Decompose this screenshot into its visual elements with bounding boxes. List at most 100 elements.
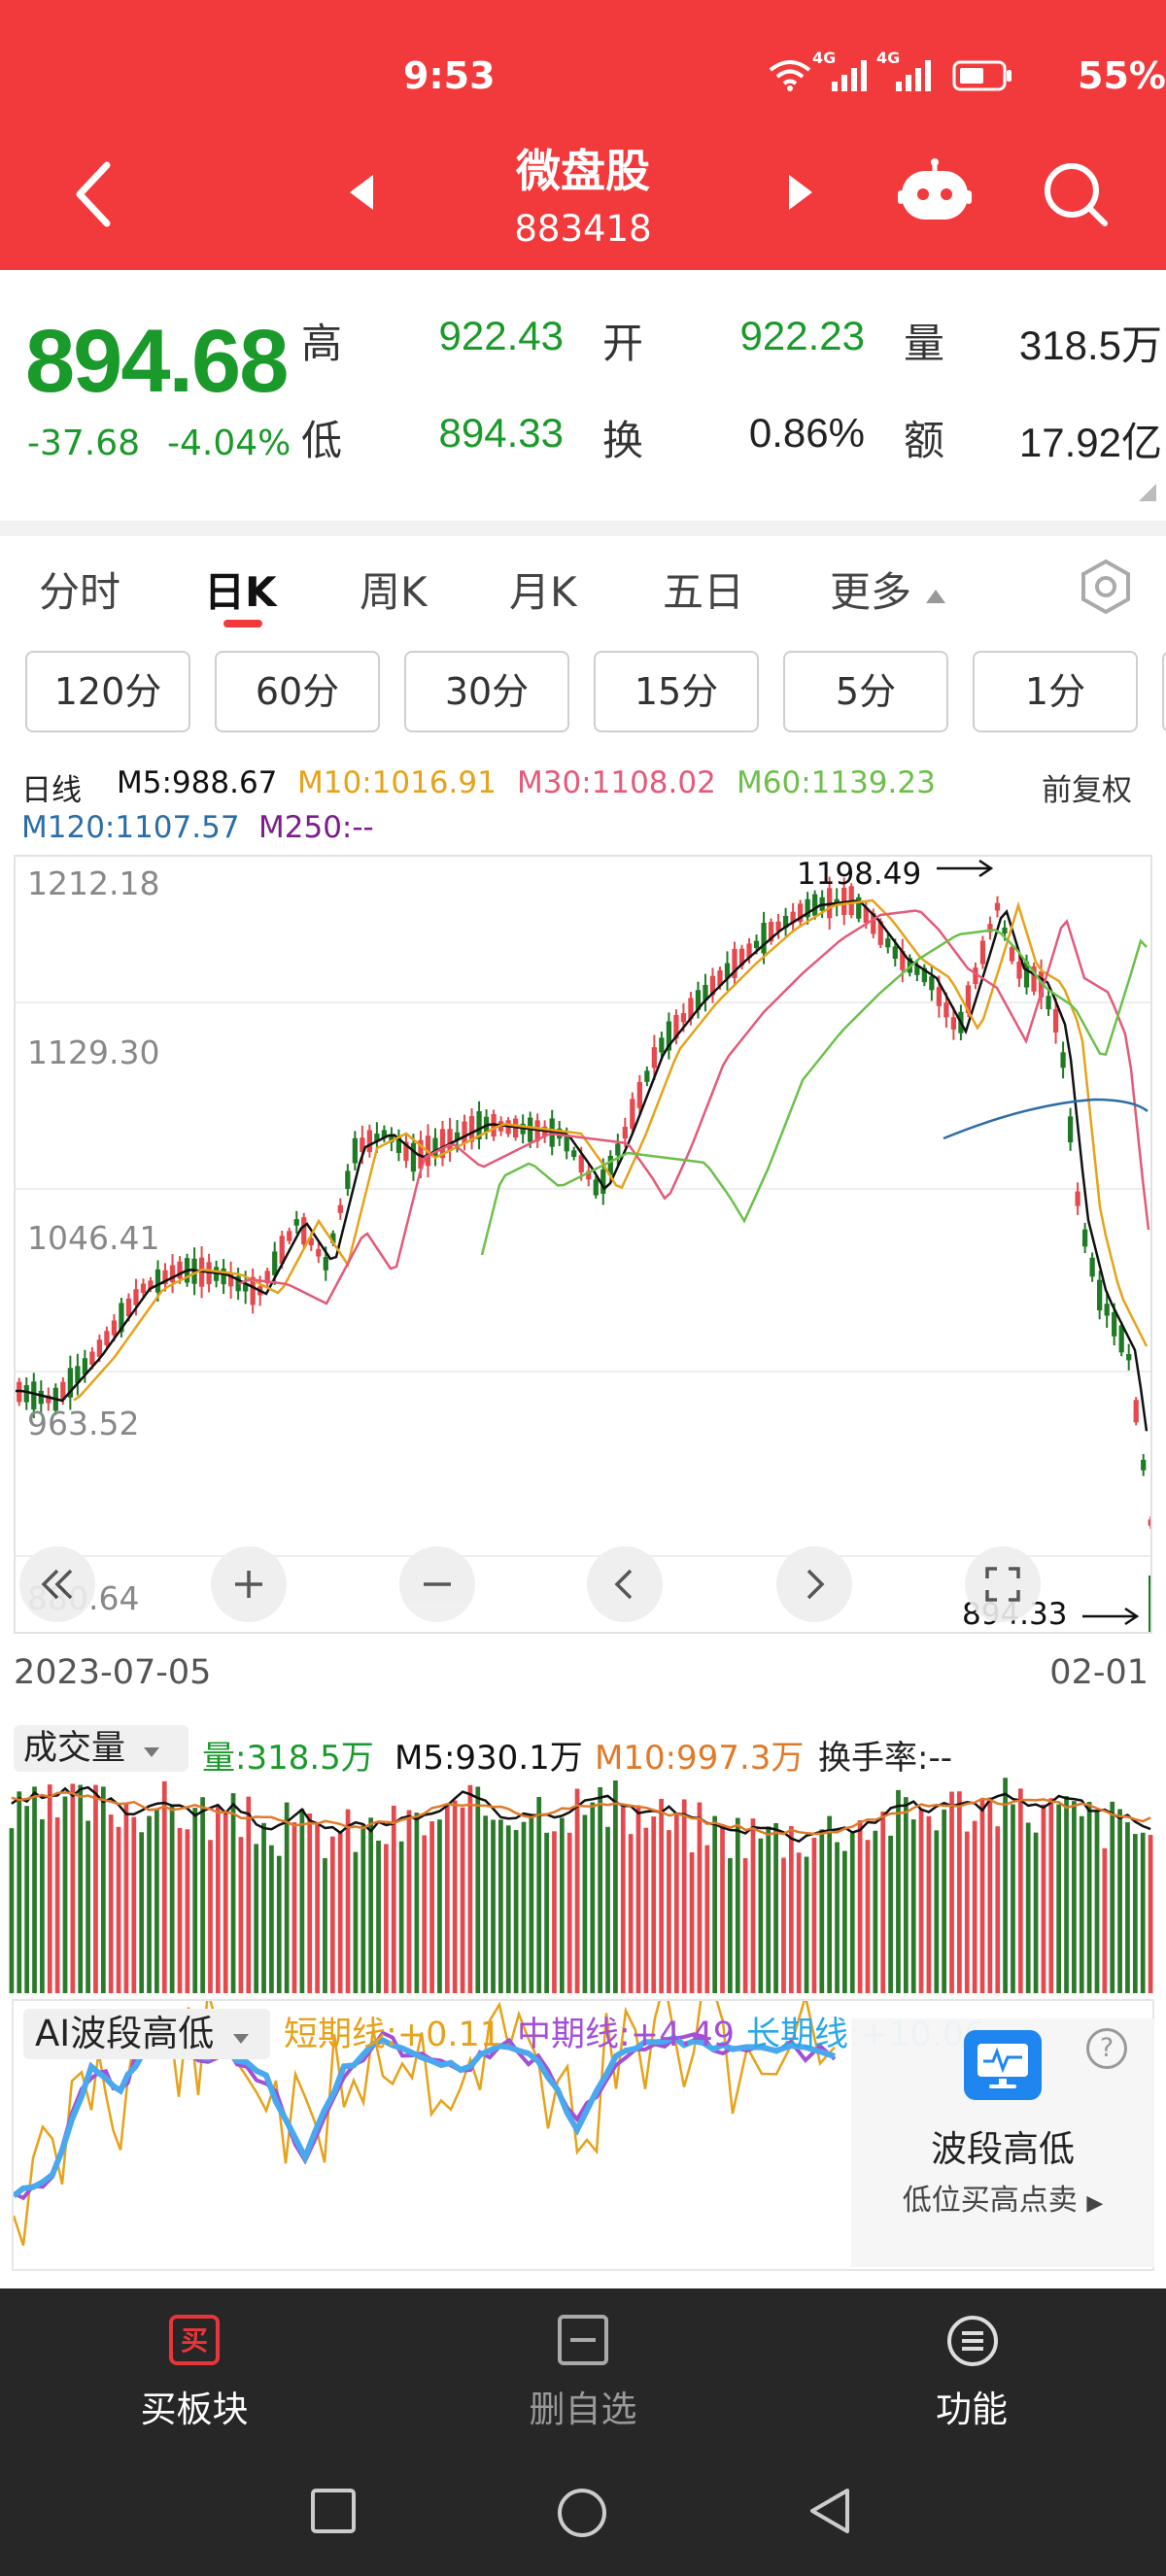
volume-bar <box>796 1852 802 1993</box>
volume-bar <box>1011 1804 1015 1993</box>
tab-daily-k[interactable]: 日K <box>204 559 277 619</box>
caret-up-icon <box>926 589 946 603</box>
volume-bar <box>873 1830 878 1993</box>
ma-period-label: 日线 <box>21 773 82 808</box>
robot-assistant-icon[interactable] <box>896 157 974 225</box>
volume-bar <box>628 1834 634 1993</box>
volume-bar <box>1148 1835 1153 1993</box>
buy-sector-button[interactable]: 买 买板块 <box>49 2288 340 2463</box>
candle-body <box>1104 1304 1110 1316</box>
high-marker-label: 1198.49 <box>797 857 922 892</box>
recent-apps-icon[interactable] <box>309 2487 358 2535</box>
open-value: 922.23 <box>739 313 865 358</box>
volume-bar <box>223 1813 228 1993</box>
candle-body <box>125 1298 132 1317</box>
minute-button-1[interactable]: 1分 <box>973 651 1138 732</box>
tab-intraday[interactable]: 分时 <box>39 559 120 619</box>
volume-bar <box>903 1797 909 1993</box>
minute-button-15[interactable]: 15分 <box>594 651 759 732</box>
candle-body <box>929 976 935 991</box>
volume-bar <box>337 1832 343 1993</box>
low-value: 894.33 <box>438 410 564 456</box>
volume-m5: M5:930.1万 <box>394 1739 583 1778</box>
volume-bar <box>215 1806 221 1993</box>
zoom-out-button[interactable] <box>399 1546 475 1622</box>
volume-bar <box>544 1832 549 1993</box>
jump-start-button[interactable] <box>19 1546 95 1622</box>
search-icon[interactable] <box>1042 160 1110 228</box>
status-time: 9:53 <box>403 54 496 97</box>
candle-body <box>1046 996 1051 1010</box>
tab-weekly-k[interactable]: 周K <box>360 559 428 619</box>
minute-button-5[interactable]: 5分 <box>783 651 948 732</box>
ai-indicator-selector[interactable]: AI波段高低 <box>23 2009 270 2059</box>
volume-bar <box>384 1844 389 1993</box>
candle-body <box>447 1129 453 1151</box>
amount-label: 额 <box>904 417 945 464</box>
zoom-in-button[interactable] <box>211 1546 287 1622</box>
promo-title: 波段高低 <box>931 2128 1075 2170</box>
tab-monthly-k[interactable]: 月K <box>509 559 577 619</box>
home-icon[interactable] <box>556 2487 608 2539</box>
volume-bar <box>1048 1798 1054 1993</box>
minute-button-120[interactable]: 120分 <box>25 651 190 732</box>
volume-turnover: 换手率:-- <box>818 1731 952 1779</box>
volume-bar <box>200 1797 205 1993</box>
stock-code: 883418 <box>514 208 652 250</box>
minute-button-60[interactable]: 60分 <box>215 651 380 732</box>
tab-more[interactable]: 更多 <box>830 559 947 619</box>
expand-corner-icon[interactable] <box>1139 484 1156 501</box>
volume-bar <box>590 1802 596 1993</box>
minute-button-30[interactable]: 30分 <box>404 651 569 732</box>
kline-canvas[interactable] <box>16 857 1152 1634</box>
fullscreen-button[interactable] <box>965 1546 1041 1622</box>
volume-bar <box>972 1820 977 1993</box>
scroll-left-button[interactable] <box>587 1546 663 1622</box>
hexagon-settings-icon[interactable] <box>1077 558 1135 616</box>
volume-bar <box>979 1799 985 1993</box>
high-value: 922.43 <box>438 313 564 358</box>
candle-body <box>154 1269 161 1293</box>
volume-bar <box>1033 1832 1039 1993</box>
volume-bar <box>559 1817 565 1993</box>
scroll-right-button[interactable] <box>776 1546 852 1622</box>
volume-bar <box>728 1857 733 1993</box>
minute-button-overflow[interactable] <box>1162 651 1166 732</box>
volume-bar <box>1017 1788 1023 1993</box>
volume-bar <box>697 1802 703 1993</box>
volume-bar <box>781 1857 786 1993</box>
candle-body <box>761 922 767 954</box>
candle-body <box>622 1127 628 1139</box>
system-back-icon[interactable] <box>806 2487 853 2535</box>
volume-bar <box>292 1822 297 1993</box>
date-start: 2023-07-05 <box>14 1653 212 1692</box>
remove-watchlist-button[interactable]: 删自选 <box>437 2288 729 2463</box>
small-caret-right-icon: ▶ <box>1086 2191 1104 2216</box>
low-label: 低 <box>301 417 343 464</box>
high-marker-arrow-icon <box>937 859 994 878</box>
adjust-mode[interactable]: 前复权 <box>1042 765 1132 809</box>
volume-bar <box>880 1812 886 1993</box>
menu-circle-icon <box>947 2316 998 2366</box>
kline-chart[interactable] <box>14 855 1152 1634</box>
function-menu-button[interactable]: 功能 <box>826 2288 1117 2463</box>
candle-body <box>287 1231 292 1241</box>
app-header: 9:53 4G 4G 55% 微盘股 883418 <box>0 0 1166 270</box>
volume-bar <box>123 1803 129 1993</box>
volume-indicator-selector[interactable]: 成交量 <box>14 1725 189 1772</box>
expand-icon <box>985 1567 1020 1602</box>
volume-bar <box>1094 1811 1100 1993</box>
volume-bar <box>353 1851 359 1993</box>
candle-body <box>593 1179 599 1196</box>
volume-bar <box>329 1836 335 1993</box>
section-divider <box>0 521 1166 536</box>
volume-bar <box>521 1821 527 1993</box>
candle-body <box>410 1142 417 1172</box>
volume-turnover-label: 换手率:-- <box>818 1739 952 1778</box>
help-icon[interactable]: ? <box>1086 2028 1127 2069</box>
volume-bar <box>643 1827 649 1993</box>
volume-bar <box>635 1805 641 1993</box>
tab-five-day[interactable]: 五日 <box>663 559 744 619</box>
candle-body <box>1009 947 1015 962</box>
next-stock-icon[interactable] <box>785 173 814 212</box>
